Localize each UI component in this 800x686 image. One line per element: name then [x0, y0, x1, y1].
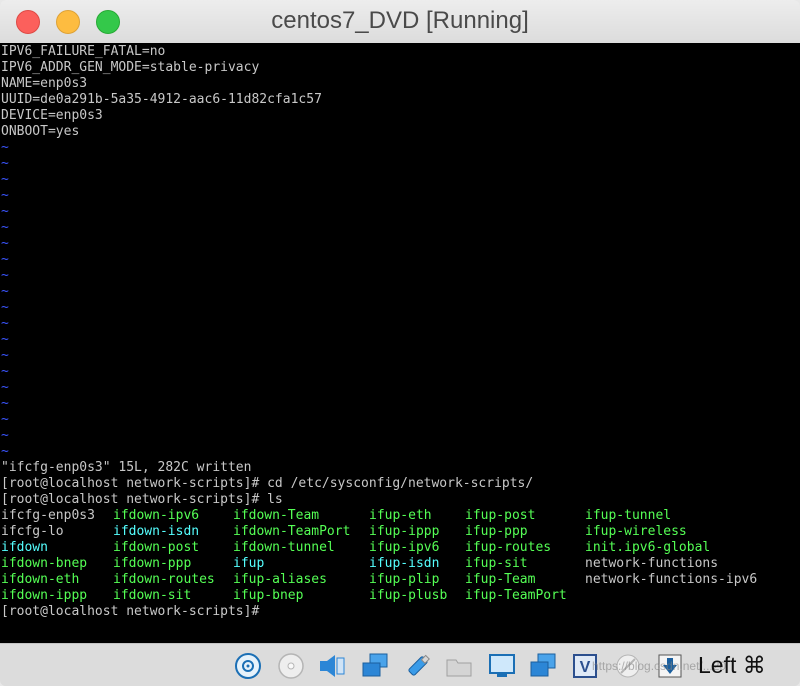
empty-line-tilde: ~ [1, 172, 9, 187]
network-icon[interactable] [360, 651, 390, 681]
ls-entry: ifcfg-lo [1, 524, 64, 539]
ls-entry: ifup-aliases [233, 572, 327, 587]
ls-entry: ifdown-post [113, 540, 200, 555]
ls-entry: network-functions-ipv6 [585, 572, 758, 587]
ls-entry: ifdown-ppp [113, 556, 192, 571]
ls-entry: ifup-tunnel [585, 508, 672, 523]
ls-entry: init.ipv6-global [585, 540, 711, 555]
ls-entry: ifdown-tunnel [233, 540, 335, 555]
vm-screen[interactable]: IPV6_FAILURE_FATAL=no IPV6_ADDR_GEN_MODE=… [0, 43, 800, 643]
ls-entry: ifup-bnep [233, 588, 304, 603]
empty-line-tilde: ~ [1, 396, 9, 411]
window-title: centos7_DVD [Running] [271, 7, 529, 34]
ls-entry: ifdown [1, 540, 48, 555]
config-line: NAME=enp0s3 [1, 76, 88, 91]
empty-line-tilde: ~ [1, 428, 9, 443]
shell-prompt: [root@localhost network-scripts]# [1, 604, 260, 619]
vi-status-line: "ifcfg-enp0s3" 15L, 282C written [1, 460, 252, 475]
ls-entry: ifdown-ipv6 [113, 508, 200, 523]
hard-disk-icon[interactable] [233, 651, 263, 681]
ls-entry: ifup-routes [465, 540, 552, 555]
empty-line-tilde: ~ [1, 268, 9, 283]
svg-text:V: V [580, 659, 591, 676]
empty-line-tilde: ~ [1, 412, 9, 427]
shell-command-ls: [root@localhost network-scripts]# ls [1, 492, 283, 507]
ls-entry: ifup-sit [465, 556, 528, 571]
config-line: ONBOOT=yes [1, 124, 80, 139]
ls-entry: ifup-eth [369, 508, 432, 523]
config-line: IPV6_ADDR_GEN_MODE=stable-privacy [1, 60, 260, 75]
host-key-label: Left ⌘ [698, 652, 766, 678]
empty-line-tilde: ~ [1, 348, 9, 363]
ls-entry: ifdown-sit [113, 588, 192, 603]
empty-line-tilde: ~ [1, 204, 9, 219]
vm-status-bar: V https://blog.csdn.net/...20 Left ⌘ [0, 643, 800, 686]
empty-line-tilde: ~ [1, 156, 9, 171]
ls-entry: ifup-ipv6 [369, 540, 440, 555]
empty-line-tilde: ~ [1, 188, 9, 203]
ls-entry: ifup-plusb [369, 588, 448, 603]
empty-line-tilde: ~ [1, 140, 9, 155]
ls-entry: ifup-ippp [369, 524, 440, 539]
empty-line-tilde: ~ [1, 252, 9, 267]
ls-entry: ifup [233, 556, 265, 571]
vm-window: centos7_DVD [Running] IPV6_FAILURE_FATAL… [0, 0, 800, 686]
ls-entry: ifdown-TeamPort [233, 524, 351, 539]
ls-entry: ifdown-bnep [1, 556, 88, 571]
ls-entry: ifup-TeamPort [465, 588, 567, 603]
ls-entry: ifcfg-enp0s3 [1, 508, 95, 523]
ls-entry: ifup-ppp [465, 524, 528, 539]
empty-line-tilde: ~ [1, 444, 9, 459]
video-capture-icon[interactable] [528, 651, 558, 681]
config-line: IPV6_FAILURE_FATAL=no [1, 44, 166, 59]
ls-entry: ifup-isdn [369, 556, 440, 571]
empty-line-tilde: ~ [1, 364, 9, 379]
ls-entry: ifdown-routes [113, 572, 215, 587]
config-line: DEVICE=enp0s3 [1, 108, 103, 123]
ls-entry: ifup-Team [465, 572, 536, 587]
empty-line-tilde: ~ [1, 316, 9, 331]
optical-drive-icon[interactable] [276, 651, 306, 681]
shared-folder-icon[interactable] [444, 651, 474, 681]
usb-icon[interactable] [403, 651, 433, 681]
empty-line-tilde: ~ [1, 236, 9, 251]
ls-entry: network-functions [585, 556, 719, 571]
title-bar[interactable]: centos7_DVD [Running] [0, 0, 800, 44]
ls-entry: ifdown-Team [233, 508, 320, 523]
ls-entry: ifup-post [465, 508, 536, 523]
empty-line-tilde: ~ [1, 332, 9, 347]
empty-line-tilde: ~ [1, 284, 9, 299]
empty-line-tilde: ~ [1, 220, 9, 235]
shell-command-cd: [root@localhost network-scripts]# cd /et… [1, 476, 534, 491]
ls-entry: ifdown-eth [1, 572, 80, 587]
ls-entry: ifdown-ippp [1, 588, 88, 603]
ls-entry: ifup-wireless [585, 524, 687, 539]
display-icon[interactable] [487, 651, 517, 681]
config-line: UUID=de0a291b-5a35-4912-aac6-11d82cfa1c5… [1, 92, 322, 107]
empty-line-tilde: ~ [1, 380, 9, 395]
ls-entry: ifdown-isdn [113, 524, 200, 539]
ls-entry: ifup-plip [369, 572, 440, 587]
empty-line-tilde: ~ [1, 300, 9, 315]
audio-icon[interactable] [317, 651, 347, 681]
